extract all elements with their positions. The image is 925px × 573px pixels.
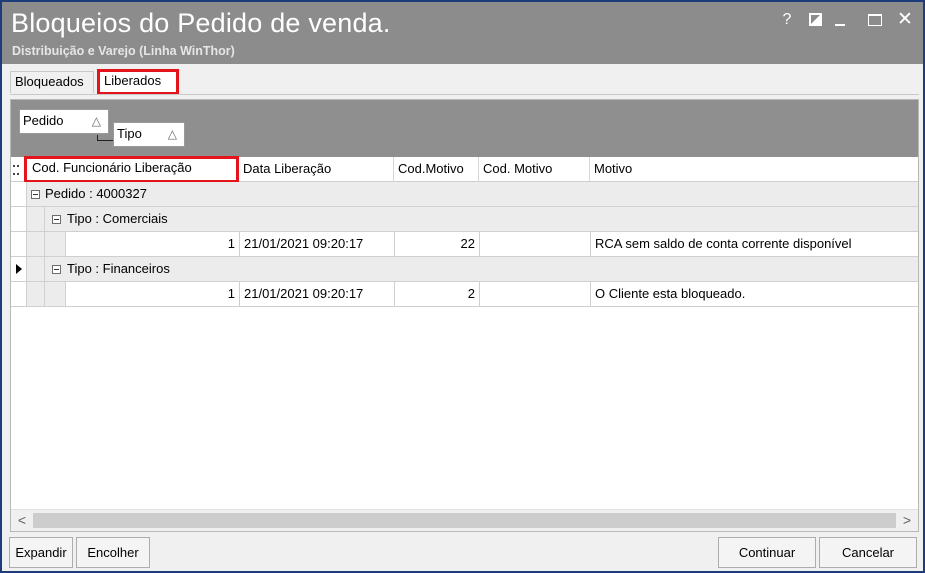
cell-cod-motivo[interactable] <box>480 232 591 257</box>
table-row[interactable]: 1 21/01/2021 09:20:17 22 RCA sem saldo d… <box>11 232 918 257</box>
window: Bloqueios do Pedido de venda. Distribuiç… <box>0 0 925 573</box>
group-indent <box>27 257 45 282</box>
row-indicator[interactable] <box>11 232 27 257</box>
restore-icon[interactable] <box>806 10 826 30</box>
group-indent <box>27 207 45 232</box>
cell-motivo[interactable]: O Cliente esta bloqueado. <box>591 282 918 307</box>
column-header-data-liberacao[interactable]: Data Liberação <box>239 157 394 182</box>
group-indent <box>27 282 45 307</box>
scroll-left-icon[interactable]: < <box>11 510 33 531</box>
cell-data-liberacao[interactable]: 21/01/2021 09:20:17 <box>240 282 395 307</box>
group-connector <box>97 135 113 141</box>
group-by-pedido-label: Pedido <box>23 113 64 128</box>
collapse-icon[interactable] <box>52 215 61 224</box>
help-icon[interactable]: ? <box>777 10 797 30</box>
sort-triangle-icon: △ <box>91 114 101 128</box>
row-indicator[interactable] <box>11 182 27 207</box>
group-row-body <box>45 257 918 282</box>
table-row[interactable]: 1 21/01/2021 09:20:17 2 O Cliente esta b… <box>11 282 918 307</box>
cell-cod-funcionario[interactable]: 1 <box>66 232 240 257</box>
cell-motivo[interactable]: RCA sem saldo de conta corrente disponív… <box>591 232 918 257</box>
row-indicator[interactable] <box>11 257 27 282</box>
column-header-row: Cod. Funcionário Liberação Data Liberaçã… <box>11 156 918 183</box>
title-bar[interactable]: Bloqueios do Pedido de venda. Distribuiç… <box>2 2 923 64</box>
sort-triangle-icon: △ <box>167 127 177 141</box>
cell-cod-funcionario[interactable]: 1 <box>66 282 240 307</box>
minimize-icon[interactable] <box>831 10 851 30</box>
group-row-tipo-financeiros[interactable]: Tipo : Financeiros <box>11 257 918 282</box>
group-label: Pedido : 4000327 <box>45 186 147 201</box>
group-row-pedido[interactable]: Pedido : 4000327 <box>11 182 918 207</box>
encolher-button[interactable]: Encolher <box>76 537 150 568</box>
close-icon[interactable]: ✕ <box>895 10 915 30</box>
cancelar-button[interactable]: Cancelar <box>819 537 917 568</box>
group-indent <box>45 232 66 257</box>
row-indicator[interactable] <box>11 282 27 307</box>
column-chooser-icon[interactable] <box>13 165 19 175</box>
group-by-pedido[interactable]: Pedido △ <box>19 109 109 134</box>
column-header-cod-funcionario[interactable]: Cod. Funcionário Liberação <box>24 156 239 183</box>
collapse-icon[interactable] <box>52 265 61 274</box>
continuar-button[interactable]: Continuar <box>718 537 816 568</box>
group-label: Tipo : Financeiros <box>67 261 170 276</box>
current-row-arrow-icon <box>16 264 22 274</box>
column-header-motivo[interactable]: Motivo <box>590 157 918 182</box>
group-by-tipo[interactable]: Tipo △ <box>113 122 185 147</box>
group-label: Tipo : Comerciais <box>67 211 168 226</box>
scrollbar-thumb[interactable] <box>33 513 896 528</box>
column-header-codmotivo[interactable]: Cod.Motivo <box>394 157 479 182</box>
maximize-icon[interactable] <box>865 10 885 30</box>
column-header-cod-motivo[interactable]: Cod. Motivo <box>479 157 590 182</box>
cell-data-liberacao[interactable]: 21/01/2021 09:20:17 <box>240 232 395 257</box>
group-by-panel: Pedido △ Tipo △ <box>11 100 918 157</box>
group-by-tipo-label: Tipo <box>117 126 142 141</box>
cell-cod-motivo[interactable] <box>480 282 591 307</box>
data-grid: Pedido △ Tipo △ Cod. Funcionário Liberaç… <box>10 99 919 532</box>
row-indicator[interactable] <box>11 207 27 232</box>
horizontal-scrollbar[interactable]: < > <box>11 509 918 531</box>
tab-bloqueados[interactable]: Bloqueados <box>10 71 94 93</box>
group-indent <box>27 232 45 257</box>
cell-codmotivo[interactable]: 2 <box>395 282 480 307</box>
window-subtitle: Distribuição e Varejo (Linha WinThor) <box>12 44 235 58</box>
tab-liberados[interactable]: Liberados <box>97 69 179 95</box>
collapse-icon[interactable] <box>31 190 40 199</box>
cell-codmotivo[interactable]: 22 <box>395 232 480 257</box>
group-indent <box>45 282 66 307</box>
tab-divider <box>10 94 919 95</box>
group-row-body <box>45 207 918 232</box>
expandir-button[interactable]: Expandir <box>9 537 73 568</box>
scroll-right-icon[interactable]: > <box>896 510 918 531</box>
group-row-tipo-comerciais[interactable]: Tipo : Comerciais <box>11 207 918 232</box>
window-title: Bloqueios do Pedido de venda. <box>11 8 391 38</box>
